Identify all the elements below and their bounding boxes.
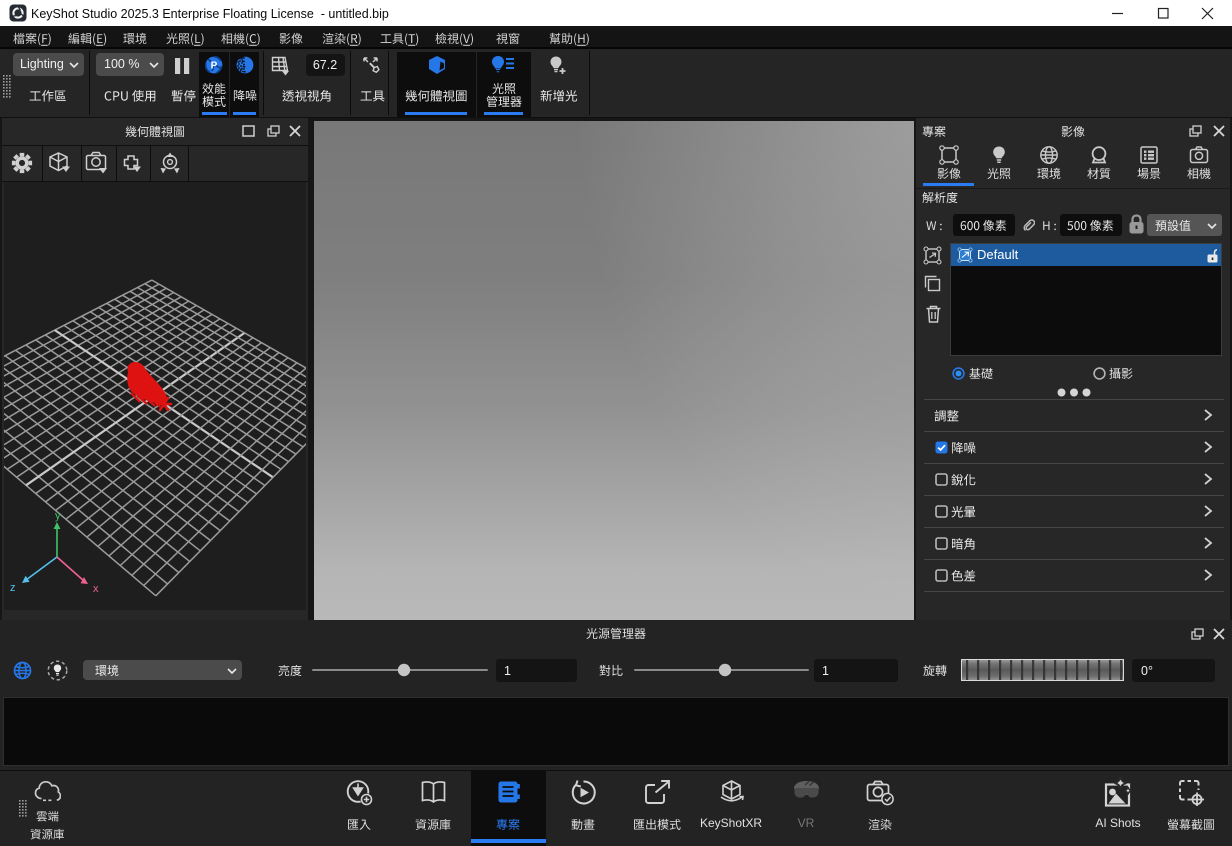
svg-text:y: y	[55, 510, 61, 522]
svg-text:z: z	[10, 582, 16, 594]
svg-text:x: x	[93, 583, 99, 595]
svg-text:P: P	[211, 61, 218, 72]
